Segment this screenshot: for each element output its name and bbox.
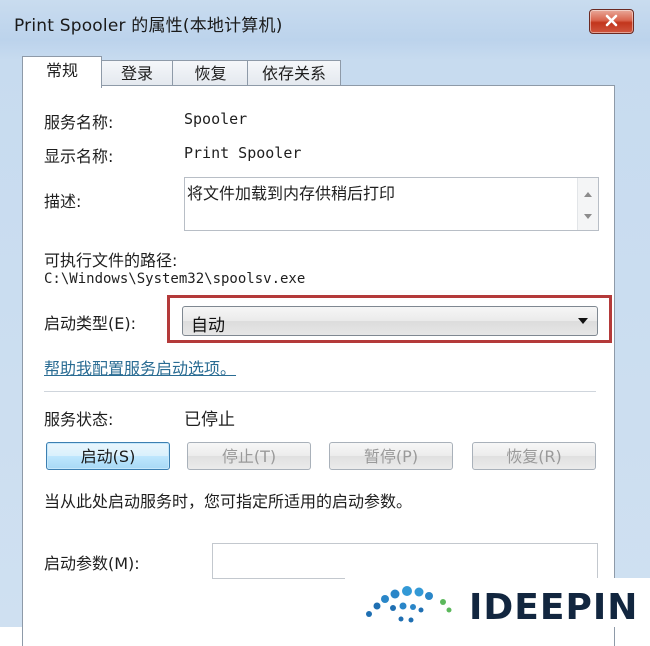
tab-dependencies[interactable]: 依存关系: [247, 60, 341, 86]
tab-logon[interactable]: 登录: [100, 60, 174, 86]
close-button[interactable]: [589, 9, 634, 34]
resume-button[interactable]: 恢复(R): [472, 442, 596, 470]
stop-button[interactable]: 停止(T): [187, 442, 311, 470]
start-params-label: 启动参数(M):: [44, 554, 140, 573]
tab-general[interactable]: 常规: [22, 56, 102, 88]
dropdown-arrow-icon[interactable]: [578, 318, 588, 324]
divider: [44, 391, 596, 392]
executable-path-value: C:\Windows\System32\spoolsv.exe: [44, 271, 306, 287]
description-label: 描述:: [44, 192, 82, 211]
startup-type-label: 启动类型(E):: [44, 314, 136, 333]
title-bar[interactable]: Print Spooler 的属性(本地计算机): [0, 0, 650, 48]
startup-type-value: 自动: [191, 316, 225, 336]
startup-type-select[interactable]: 自动: [182, 306, 598, 336]
service-status-label: 服务状态:: [44, 410, 114, 429]
logo-text: IDEEPIN: [469, 587, 639, 628]
description-box[interactable]: 将文件加载到内存供稍后打印: [184, 177, 599, 231]
watermark: IDEEPIN: [345, 578, 650, 628]
display-name-label: 显示名称:: [44, 147, 114, 166]
arrow-down-icon[interactable]: [584, 214, 592, 219]
executable-path-label: 可执行文件的路径:: [44, 251, 178, 270]
service-name-label: 服务名称:: [44, 113, 114, 132]
display-name-value: Print Spooler: [184, 144, 302, 162]
start-button[interactable]: 启动(S): [46, 442, 170, 470]
logo-icon: [366, 586, 452, 623]
window-title: Print Spooler 的属性(本地计算机): [14, 16, 283, 36]
properties-window: Print Spooler 的属性(本地计算机) 常规 登录 恢复 依存关系 服…: [0, 0, 650, 646]
close-icon: [605, 14, 618, 27]
arrow-up-icon[interactable]: [584, 192, 592, 197]
description-text: 将文件加载到内存供稍后打印: [187, 184, 396, 203]
start-params-input[interactable]: [212, 543, 598, 579]
help-config-link[interactable]: 帮助我配置服务启动选项。: [44, 355, 236, 379]
pause-button[interactable]: 暂停(P): [329, 442, 453, 470]
description-scrollbar[interactable]: [577, 178, 598, 230]
service-status-value: 已停止: [184, 410, 235, 430]
start-params-hint: 当从此处启动服务时，您可指定所适用的启动参数。: [44, 492, 413, 511]
tab-recovery[interactable]: 恢复: [172, 60, 249, 86]
service-name-value: Spooler: [184, 110, 248, 128]
